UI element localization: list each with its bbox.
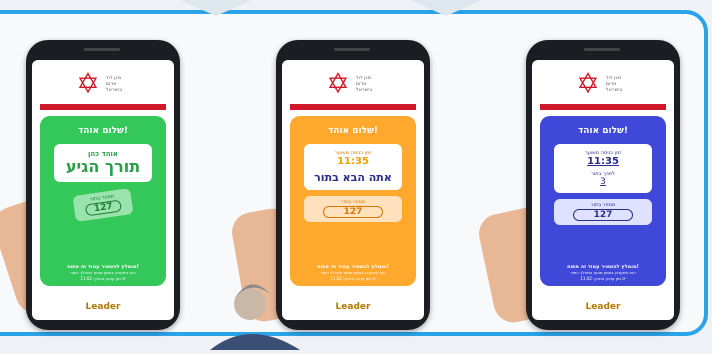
ticket-label: מספר בתור	[590, 202, 616, 208]
star-of-david-icon: ✡	[326, 67, 350, 100]
ahead-count: 3	[600, 177, 606, 187]
greeting: שלום אוהד!	[578, 126, 628, 136]
status-panel: אוהד כהן תורך הגיע	[54, 144, 152, 182]
status-card: שלום אוהד! זמן כניסה משוער 11:35 אתה הבא…	[290, 116, 416, 286]
ticket: מספר בתור 127	[304, 196, 402, 222]
ticket-label: מספר בתור	[340, 199, 366, 205]
ticket: מספר בתור 127	[554, 199, 652, 225]
info-footer: מומלץ להשאיר עמוד זה פתוח! הוא מתעדכן בא…	[40, 264, 166, 282]
ticket-number: 127	[323, 206, 383, 218]
last-update: זמן עדכון אחרון: 11:02 ⟳	[40, 276, 166, 282]
logo-text: מגן דוד אדום בישראל	[605, 75, 623, 93]
status-panel: זמן כניסה משוער 11:35 לפניך בתור 3	[554, 144, 652, 193]
last-update-text: זמן עדכון אחרון: 11:02	[80, 276, 121, 281]
phone-green: ✡ מגן דוד אדום בישראל שלום אוהד! אוהד כה…	[26, 40, 180, 330]
star-of-david-icon: ✡	[576, 67, 600, 100]
mda-logo: ✡ מגן דוד אדום בישראל	[32, 60, 174, 104]
last-update-text: זמן עדכון אחרון: 11:02	[330, 276, 371, 281]
speaker	[584, 48, 620, 51]
ticket: מספר בתור 127	[72, 188, 134, 222]
leader-logo: Leader	[585, 302, 621, 312]
refresh-icon[interactable]: ⟳	[372, 276, 375, 281]
logo-text: מגן דוד אדום בישראל	[355, 75, 373, 93]
mda-logo: ✡ מגן דוד אדום בישראל	[532, 60, 674, 104]
red-strip	[290, 104, 416, 110]
last-update-text: זמן עדכון אחרון: 11:02	[580, 276, 621, 281]
decorative-triangle	[180, 0, 252, 16]
mda-logo: ✡ מגן דוד אדום בישראל	[282, 60, 424, 104]
refresh-icon[interactable]: ⟳	[622, 276, 625, 281]
ticket-number: 127	[573, 209, 633, 221]
red-strip	[40, 104, 166, 110]
info-footer: מומלץ להשאיר עמוד זה פתוח! הוא מתעדכן בא…	[540, 264, 666, 282]
greeting: שלום אוהד!	[78, 126, 128, 136]
leader-logo: Leader	[85, 302, 121, 312]
eta-time: 11:35	[587, 156, 619, 167]
star-of-david-icon: ✡	[76, 67, 100, 100]
red-strip	[540, 104, 666, 110]
logo-text: מגן דוד אדום בישראל	[105, 75, 123, 93]
decorative-triangle	[410, 0, 482, 16]
status-card: שלום אוהד! אוהד כהן תורך הגיע מספר בתור …	[40, 116, 166, 286]
eta-time: 11:35	[337, 156, 369, 167]
phone-screen: ✡ מגן דוד אדום בישראל שלום אוהד! זמן כני…	[532, 60, 674, 320]
phone-screen: ✡ מגן דוד אדום בישראל שלום אוהד! אוהד כה…	[32, 60, 174, 320]
greeting: שלום אוהד!	[328, 126, 378, 136]
speaker	[334, 48, 370, 51]
refresh-icon[interactable]: ⟳	[122, 276, 125, 281]
status-headline: תורך הגיע	[65, 157, 141, 176]
speaker	[84, 48, 120, 51]
status-headline: אתה הבא בתור	[314, 171, 392, 184]
status-card: שלום אוהד! זמן כניסה משוער 11:35 לפניך ב…	[540, 116, 666, 286]
last-update: זמן עדכון אחרון: 11:02 ⟳	[540, 276, 666, 282]
phone-blue: ✡ מגן דוד אדום בישראל שלום אוהד! זמן כני…	[526, 40, 680, 330]
person-illustration	[200, 270, 310, 350]
status-panel: זמן כניסה משוער 11:35 אתה הבא בתור	[304, 144, 402, 190]
